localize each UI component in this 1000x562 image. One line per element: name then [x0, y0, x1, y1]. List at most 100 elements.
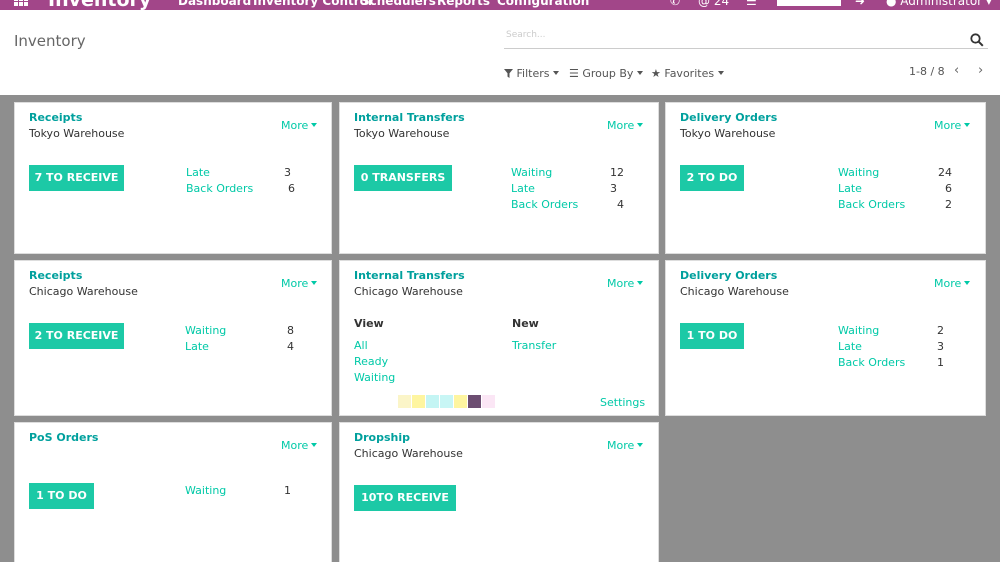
- chevron-down-icon: [311, 123, 318, 127]
- messages-count: 24: [713, 0, 730, 8]
- more-dropdown[interactable]: More: [281, 439, 318, 452]
- late-link[interactable]: Late: [838, 340, 862, 353]
- app-brand: Inventory: [48, 0, 151, 10]
- menu-configuration[interactable]: Configuration: [497, 0, 589, 8]
- color-swatch[interactable]: [412, 395, 425, 408]
- to-receive-button[interactable]: 10TO RECEIVE: [354, 485, 456, 511]
- late-link[interactable]: Late: [185, 340, 209, 353]
- logout-icon[interactable]: ➜: [855, 0, 865, 8]
- kanban-card-pos-orders[interactable]: PoS Orders More 1 TO DO Waiting 1: [14, 422, 332, 562]
- search-icon[interactable]: [970, 33, 984, 47]
- more-dropdown[interactable]: More: [607, 119, 644, 132]
- settings-link[interactable]: Settings: [600, 396, 645, 409]
- kanban-card-receipts-chicago[interactable]: Receipts Chicago Warehouse More 2 TO REC…: [14, 260, 332, 416]
- more-dropdown[interactable]: More: [281, 277, 318, 290]
- color-swatch[interactable]: [482, 395, 495, 408]
- to-do-button[interactable]: 1 TO DO: [29, 483, 94, 509]
- more-dropdown[interactable]: More: [934, 277, 971, 290]
- card-subtitle: Chicago Warehouse: [354, 447, 463, 460]
- menu-schedulers[interactable]: Schedulers: [361, 0, 436, 8]
- waiting-link[interactable]: Waiting: [185, 484, 226, 497]
- late-link[interactable]: Late: [186, 166, 210, 179]
- card-subtitle: Tokyo Warehouse: [680, 127, 776, 140]
- late-link[interactable]: Late: [838, 182, 862, 195]
- late-count: 3: [610, 182, 617, 195]
- waiting-count: 2: [937, 324, 944, 337]
- back-orders-link[interactable]: Back Orders: [838, 356, 905, 369]
- kanban-card-internal-transfers-chicago[interactable]: Internal Transfers Chicago Warehouse Mor…: [339, 260, 659, 416]
- chat-icon[interactable]: ☰: [746, 0, 757, 8]
- view-all-link[interactable]: All: [354, 339, 368, 352]
- card-title[interactable]: Receipts: [29, 111, 82, 124]
- card-title[interactable]: Delivery Orders: [680, 269, 777, 282]
- chevron-down-icon: [637, 443, 644, 447]
- page-title: Inventory: [14, 32, 86, 50]
- back-orders-link[interactable]: Back Orders: [511, 198, 578, 211]
- filter-icon: [504, 69, 513, 78]
- user-menu[interactable]: ● Administrator ▾: [886, 0, 992, 8]
- new-transfer-link[interactable]: Transfer: [512, 339, 556, 352]
- transfers-button[interactable]: 0 TRANSFERS: [354, 165, 452, 191]
- back-orders-count: 2: [945, 198, 952, 211]
- waiting-link[interactable]: Waiting: [838, 166, 879, 179]
- menu-reports[interactable]: Reports: [437, 0, 490, 8]
- filters-label: Filters: [516, 67, 550, 80]
- kanban-card-delivery-orders-tokyo[interactable]: Delivery Orders Tokyo Warehouse More 2 T…: [665, 102, 986, 254]
- chevron-down-icon: [964, 281, 971, 285]
- navbar-search-box[interactable]: [777, 0, 841, 6]
- pager-next-icon[interactable]: ›: [978, 63, 983, 78]
- more-dropdown[interactable]: More: [607, 277, 644, 290]
- new-header: New: [512, 317, 539, 330]
- back-orders-link[interactable]: Back Orders: [838, 198, 905, 211]
- pager-previous-icon[interactable]: ‹: [954, 63, 959, 78]
- color-swatch[interactable]: [426, 395, 439, 408]
- card-title[interactable]: Internal Transfers: [354, 111, 465, 124]
- messages-icon[interactable]: @ 24: [698, 0, 729, 8]
- group-by-button[interactable]: ☰ Group By: [569, 67, 644, 80]
- kanban-card-delivery-orders-chicago[interactable]: Delivery Orders Chicago Warehouse More 1…: [665, 260, 986, 416]
- late-link[interactable]: Late: [511, 182, 535, 195]
- phone-icon[interactable]: ✆: [670, 0, 680, 8]
- back-orders-link[interactable]: Back Orders: [186, 182, 253, 195]
- card-subtitle: Chicago Warehouse: [680, 285, 789, 298]
- more-dropdown[interactable]: More: [281, 119, 318, 132]
- card-title[interactable]: Internal Transfers: [354, 269, 465, 282]
- card-subtitle: Tokyo Warehouse: [29, 127, 125, 140]
- waiting-link[interactable]: Waiting: [838, 324, 879, 337]
- chevron-down-icon: [553, 71, 560, 75]
- pager-value: 1-8 / 8: [909, 65, 945, 78]
- to-receive-button[interactable]: 2 TO RECEIVE: [29, 323, 124, 349]
- menu-dashboard[interactable]: Dashboard: [178, 0, 251, 8]
- to-receive-button[interactable]: 7 TO RECEIVE: [29, 165, 124, 191]
- more-dropdown[interactable]: More: [607, 439, 644, 452]
- kanban-card-receipts-tokyo[interactable]: Receipts Tokyo Warehouse More 7 TO RECEI…: [14, 102, 332, 254]
- search-input[interactable]: Search...: [506, 30, 546, 40]
- waiting-count: 24: [938, 166, 952, 179]
- waiting-link[interactable]: Waiting: [511, 166, 552, 179]
- card-title[interactable]: Dropship: [354, 431, 410, 444]
- more-dropdown[interactable]: More: [934, 119, 971, 132]
- waiting-link[interactable]: Waiting: [185, 324, 226, 337]
- chevron-down-icon: [311, 281, 318, 285]
- card-subtitle: Chicago Warehouse: [29, 285, 138, 298]
- view-waiting-link[interactable]: Waiting: [354, 371, 395, 384]
- card-title[interactable]: PoS Orders: [29, 431, 98, 444]
- color-swatch[interactable]: [440, 395, 453, 408]
- favorites-button[interactable]: ★ Favorites: [651, 67, 725, 80]
- color-swatch[interactable]: [398, 395, 411, 408]
- color-swatch[interactable]: [468, 395, 481, 408]
- filters-button[interactable]: Filters: [504, 67, 560, 80]
- late-count: 3: [284, 166, 291, 179]
- kanban-card-internal-transfers-tokyo[interactable]: Internal Transfers Tokyo Warehouse More …: [339, 102, 659, 254]
- view-header: View: [354, 317, 384, 330]
- color-swatch[interactable]: [454, 395, 467, 408]
- view-ready-link[interactable]: Ready: [354, 355, 388, 368]
- menu-inventory-control[interactable]: Inventory Control: [253, 0, 372, 8]
- kanban-card-dropship[interactable]: Dropship Chicago Warehouse More 10TO REC…: [339, 422, 659, 562]
- apps-grid-icon[interactable]: [14, 0, 28, 7]
- card-title[interactable]: Receipts: [29, 269, 82, 282]
- waiting-count: 12: [610, 166, 624, 179]
- to-do-button[interactable]: 2 TO DO: [680, 165, 744, 191]
- card-title[interactable]: Delivery Orders: [680, 111, 777, 124]
- to-do-button[interactable]: 1 TO DO: [680, 323, 744, 349]
